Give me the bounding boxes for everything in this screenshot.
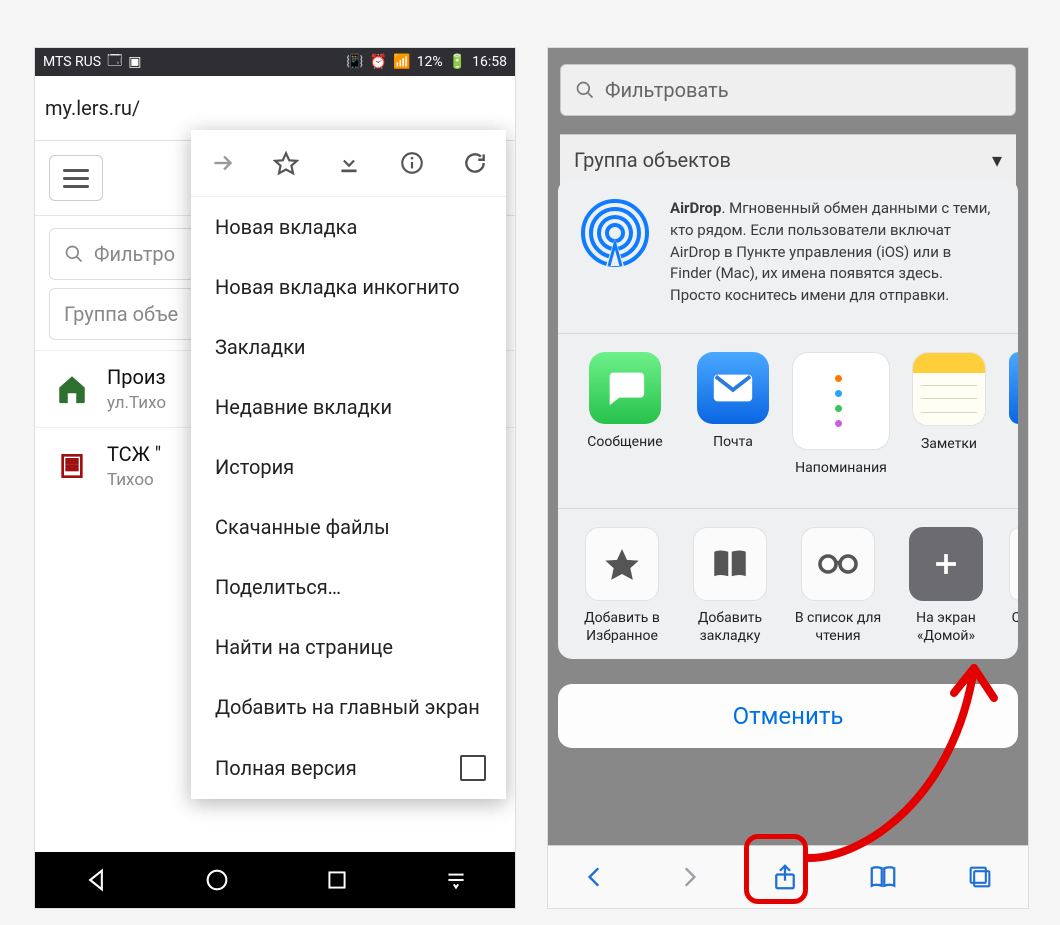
glasses-icon: [814, 540, 862, 588]
reload-icon[interactable]: [462, 150, 488, 176]
airdrop-icon: [580, 198, 650, 268]
mail-icon: [710, 365, 756, 411]
download-icon[interactable]: [336, 150, 362, 176]
search-icon: [64, 244, 84, 264]
carrier-label: MTS RUS: [43, 54, 101, 70]
tabs-icon[interactable]: [966, 863, 994, 891]
home-softkey[interactable]: [203, 866, 231, 894]
share-sheet: AirDrop. Мгновенный обмен данными с теми…: [558, 178, 1018, 659]
star-filled-icon: [602, 544, 642, 584]
home-icon: [53, 370, 91, 408]
vibrate-icon: 📳: [346, 54, 363, 70]
actions-row: Добавить в Избранное Добавить закладку В…: [558, 509, 1018, 659]
menu-share[interactable]: Поделиться…: [191, 557, 506, 617]
sim-icon: 🗔: [107, 50, 122, 74]
alarm-icon: ⏰: [370, 54, 387, 70]
menu-desktop-site[interactable]: Полная версия: [191, 737, 506, 799]
item-subtitle: Тихоо: [107, 470, 161, 490]
battery-icon: 🔋: [449, 54, 466, 70]
plus-icon: [929, 547, 963, 581]
ios-screenshot: Фильтровать Группа объектов ▾: [548, 48, 1028, 908]
forward-icon[interactable]: [676, 864, 702, 890]
action-favorite[interactable]: Добавить в Избранное: [568, 527, 676, 645]
filter-placeholder: Фильтро: [94, 242, 175, 266]
menu-new-tab[interactable]: Новая вкладка: [191, 197, 506, 257]
share-icon[interactable]: [770, 862, 800, 892]
share-apps-row: Сообщение Почта Напоминания: [558, 334, 1018, 509]
info-icon[interactable]: [399, 150, 425, 176]
signal-icon: 📶: [393, 54, 410, 70]
action-more[interactable]: Ск: [1000, 527, 1018, 645]
battery-pct: 12%: [417, 54, 443, 70]
caret-down-icon: ▾: [992, 148, 1002, 172]
checkbox-icon[interactable]: [460, 755, 486, 781]
building-icon: [53, 447, 91, 485]
item-title: Произ: [107, 365, 166, 389]
menu-recent-tabs[interactable]: Недавние вкладки: [191, 377, 506, 437]
url-text: my.lers.ru/: [45, 96, 140, 120]
group-placeholder: Группа объе: [64, 302, 178, 326]
book-icon: [709, 543, 751, 585]
android-screenshot: MTS RUS 🗔 ▣ 📳 ⏰ 📶 12% 🔋 16:58 my.lers.ru…: [35, 48, 515, 908]
safari-toolbar: [548, 845, 1028, 908]
clock-label: 16:58: [472, 54, 507, 70]
action-add-to-home[interactable]: На экран «Домой»: [892, 527, 1000, 645]
item-title: ТСЖ ": [107, 442, 161, 466]
android-status-bar: MTS RUS 🗔 ▣ 📳 ⏰ 📶 12% 🔋 16:58: [35, 48, 515, 76]
share-reminders[interactable]: Напоминания: [788, 352, 894, 494]
share-mail[interactable]: Почта: [680, 352, 786, 494]
android-nav-bar: [35, 852, 515, 908]
action-reading-list[interactable]: В список для чтения: [784, 527, 892, 645]
menu-incognito[interactable]: Новая вкладка инкогнито: [191, 257, 506, 317]
filter-placeholder: Фильтровать: [605, 78, 729, 102]
menu-softkey[interactable]: [443, 867, 469, 893]
menu-add-to-home[interactable]: Добавить на главный экран: [191, 677, 506, 737]
share-notes[interactable]: Заметки: [896, 352, 1002, 494]
menu-bookmarks[interactable]: Закладки: [191, 317, 506, 377]
recent-softkey[interactable]: [324, 867, 350, 893]
airdrop-text: AirDrop. Мгновенный обмен данными с теми…: [670, 198, 996, 307]
forward-icon[interactable]: [210, 150, 236, 176]
filter-input[interactable]: Фильтровать: [560, 64, 1016, 116]
photo-icon: ▣: [128, 54, 141, 70]
item-subtitle: ул.Тихо: [107, 393, 166, 413]
chrome-overflow-menu: Новая вкладка Новая вкладка инкогнито За…: [191, 130, 506, 799]
chat-bubble-icon: [602, 365, 648, 411]
hamburger-button[interactable]: [49, 155, 103, 201]
menu-downloads[interactable]: Скачанные файлы: [191, 497, 506, 557]
cancel-button[interactable]: Отменить: [558, 684, 1018, 748]
action-bookmark[interactable]: Добавить закладку: [676, 527, 784, 645]
star-icon[interactable]: [273, 150, 299, 176]
search-icon: [575, 80, 595, 100]
share-more[interactable]: [1004, 352, 1018, 494]
share-messages[interactable]: Сообщение: [572, 352, 678, 494]
bookmarks-icon[interactable]: [868, 862, 898, 892]
menu-history[interactable]: История: [191, 437, 506, 497]
airdrop-section[interactable]: AirDrop. Мгновенный обмен данными с теми…: [558, 178, 1018, 334]
menu-find[interactable]: Найти на странице: [191, 617, 506, 677]
back-softkey[interactable]: [82, 866, 110, 894]
group-placeholder: Группа объектов: [574, 148, 731, 172]
back-icon[interactable]: [582, 864, 608, 890]
